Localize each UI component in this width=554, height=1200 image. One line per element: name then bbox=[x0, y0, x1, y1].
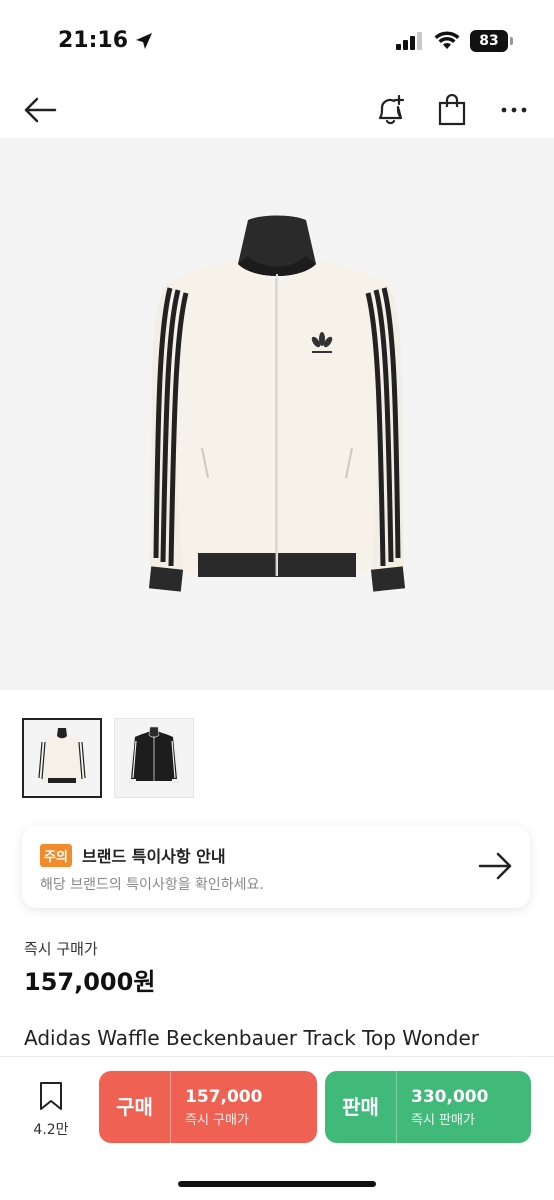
back-button[interactable] bbox=[20, 90, 60, 130]
sell-sub: 즉시 판매가 bbox=[411, 1112, 475, 1128]
notice-title: 브랜드 특이사항 안내 bbox=[82, 847, 226, 866]
buy-button[interactable]: 구매 157,000 즉시 구매가 bbox=[99, 1071, 317, 1143]
notification-add-button[interactable] bbox=[370, 90, 410, 130]
bottom-action-bar: 4.2만 구매 157,000 즉시 구매가 판매 330,000 즉시 판매가 bbox=[0, 1056, 554, 1200]
shopping-bag-icon bbox=[438, 94, 466, 126]
cellular-signal-icon bbox=[396, 32, 422, 50]
time-text: 21:16 bbox=[58, 28, 129, 53]
notice-subtitle: 해당 브랜드의 특이사항을 확인하세요. bbox=[40, 877, 264, 893]
product-image[interactable] bbox=[0, 138, 554, 690]
battery-icon: 83 bbox=[470, 30, 513, 52]
shopping-bag-button[interactable] bbox=[432, 90, 472, 130]
wishlist-button[interactable]: 4.2만 bbox=[26, 1081, 76, 1139]
status-indicators: 83 bbox=[396, 30, 513, 52]
sell-info: 330,000 즉시 판매가 bbox=[397, 1087, 488, 1128]
instant-buy-price: 157,000원 bbox=[24, 968, 156, 996]
top-navigation bbox=[0, 82, 554, 138]
status-time: 21:16 bbox=[58, 28, 154, 53]
notice-badge: 주의 bbox=[40, 844, 72, 867]
more-options-button[interactable] bbox=[494, 90, 534, 130]
buy-info: 157,000 즉시 구매가 bbox=[171, 1087, 262, 1128]
thumbnail-1[interactable] bbox=[22, 718, 102, 798]
buy-sub: 즉시 구매가 bbox=[185, 1112, 249, 1128]
track-jacket-image bbox=[148, 215, 406, 592]
sell-price: 330,000 bbox=[411, 1086, 489, 1107]
price-label: 즉시 구매가 bbox=[24, 940, 98, 958]
thumbnail-cream-jacket bbox=[38, 728, 86, 783]
more-dots-icon bbox=[501, 107, 527, 113]
buy-price: 157,000 bbox=[185, 1086, 263, 1107]
arrow-right-icon bbox=[478, 852, 512, 880]
bell-plus-icon bbox=[378, 94, 405, 125]
home-indicator bbox=[178, 1181, 376, 1187]
sell-button[interactable]: 판매 330,000 즉시 판매가 bbox=[325, 1071, 531, 1143]
back-arrow-icon bbox=[24, 97, 57, 123]
sell-label: 판매 bbox=[325, 1071, 397, 1143]
thumbnail-black-jacket bbox=[129, 726, 179, 784]
buy-label: 구매 bbox=[99, 1071, 171, 1143]
bookmark-icon bbox=[40, 1082, 62, 1110]
brand-notice-card[interactable]: 주의 브랜드 특이사항 안내 해당 브랜드의 특이사항을 확인하세요. bbox=[22, 826, 530, 908]
battery-level: 83 bbox=[479, 33, 499, 49]
thumbnail-2[interactable] bbox=[114, 718, 194, 798]
wishlist-count: 4.2만 bbox=[33, 1122, 69, 1138]
wifi-icon bbox=[434, 31, 460, 49]
product-name: Adidas Waffle Beckenbauer Track Top Wond… bbox=[24, 1026, 479, 1050]
location-arrow-icon bbox=[136, 32, 153, 49]
thumbnail-strip bbox=[22, 718, 194, 798]
status-bar: 21:16 83 bbox=[0, 0, 554, 82]
